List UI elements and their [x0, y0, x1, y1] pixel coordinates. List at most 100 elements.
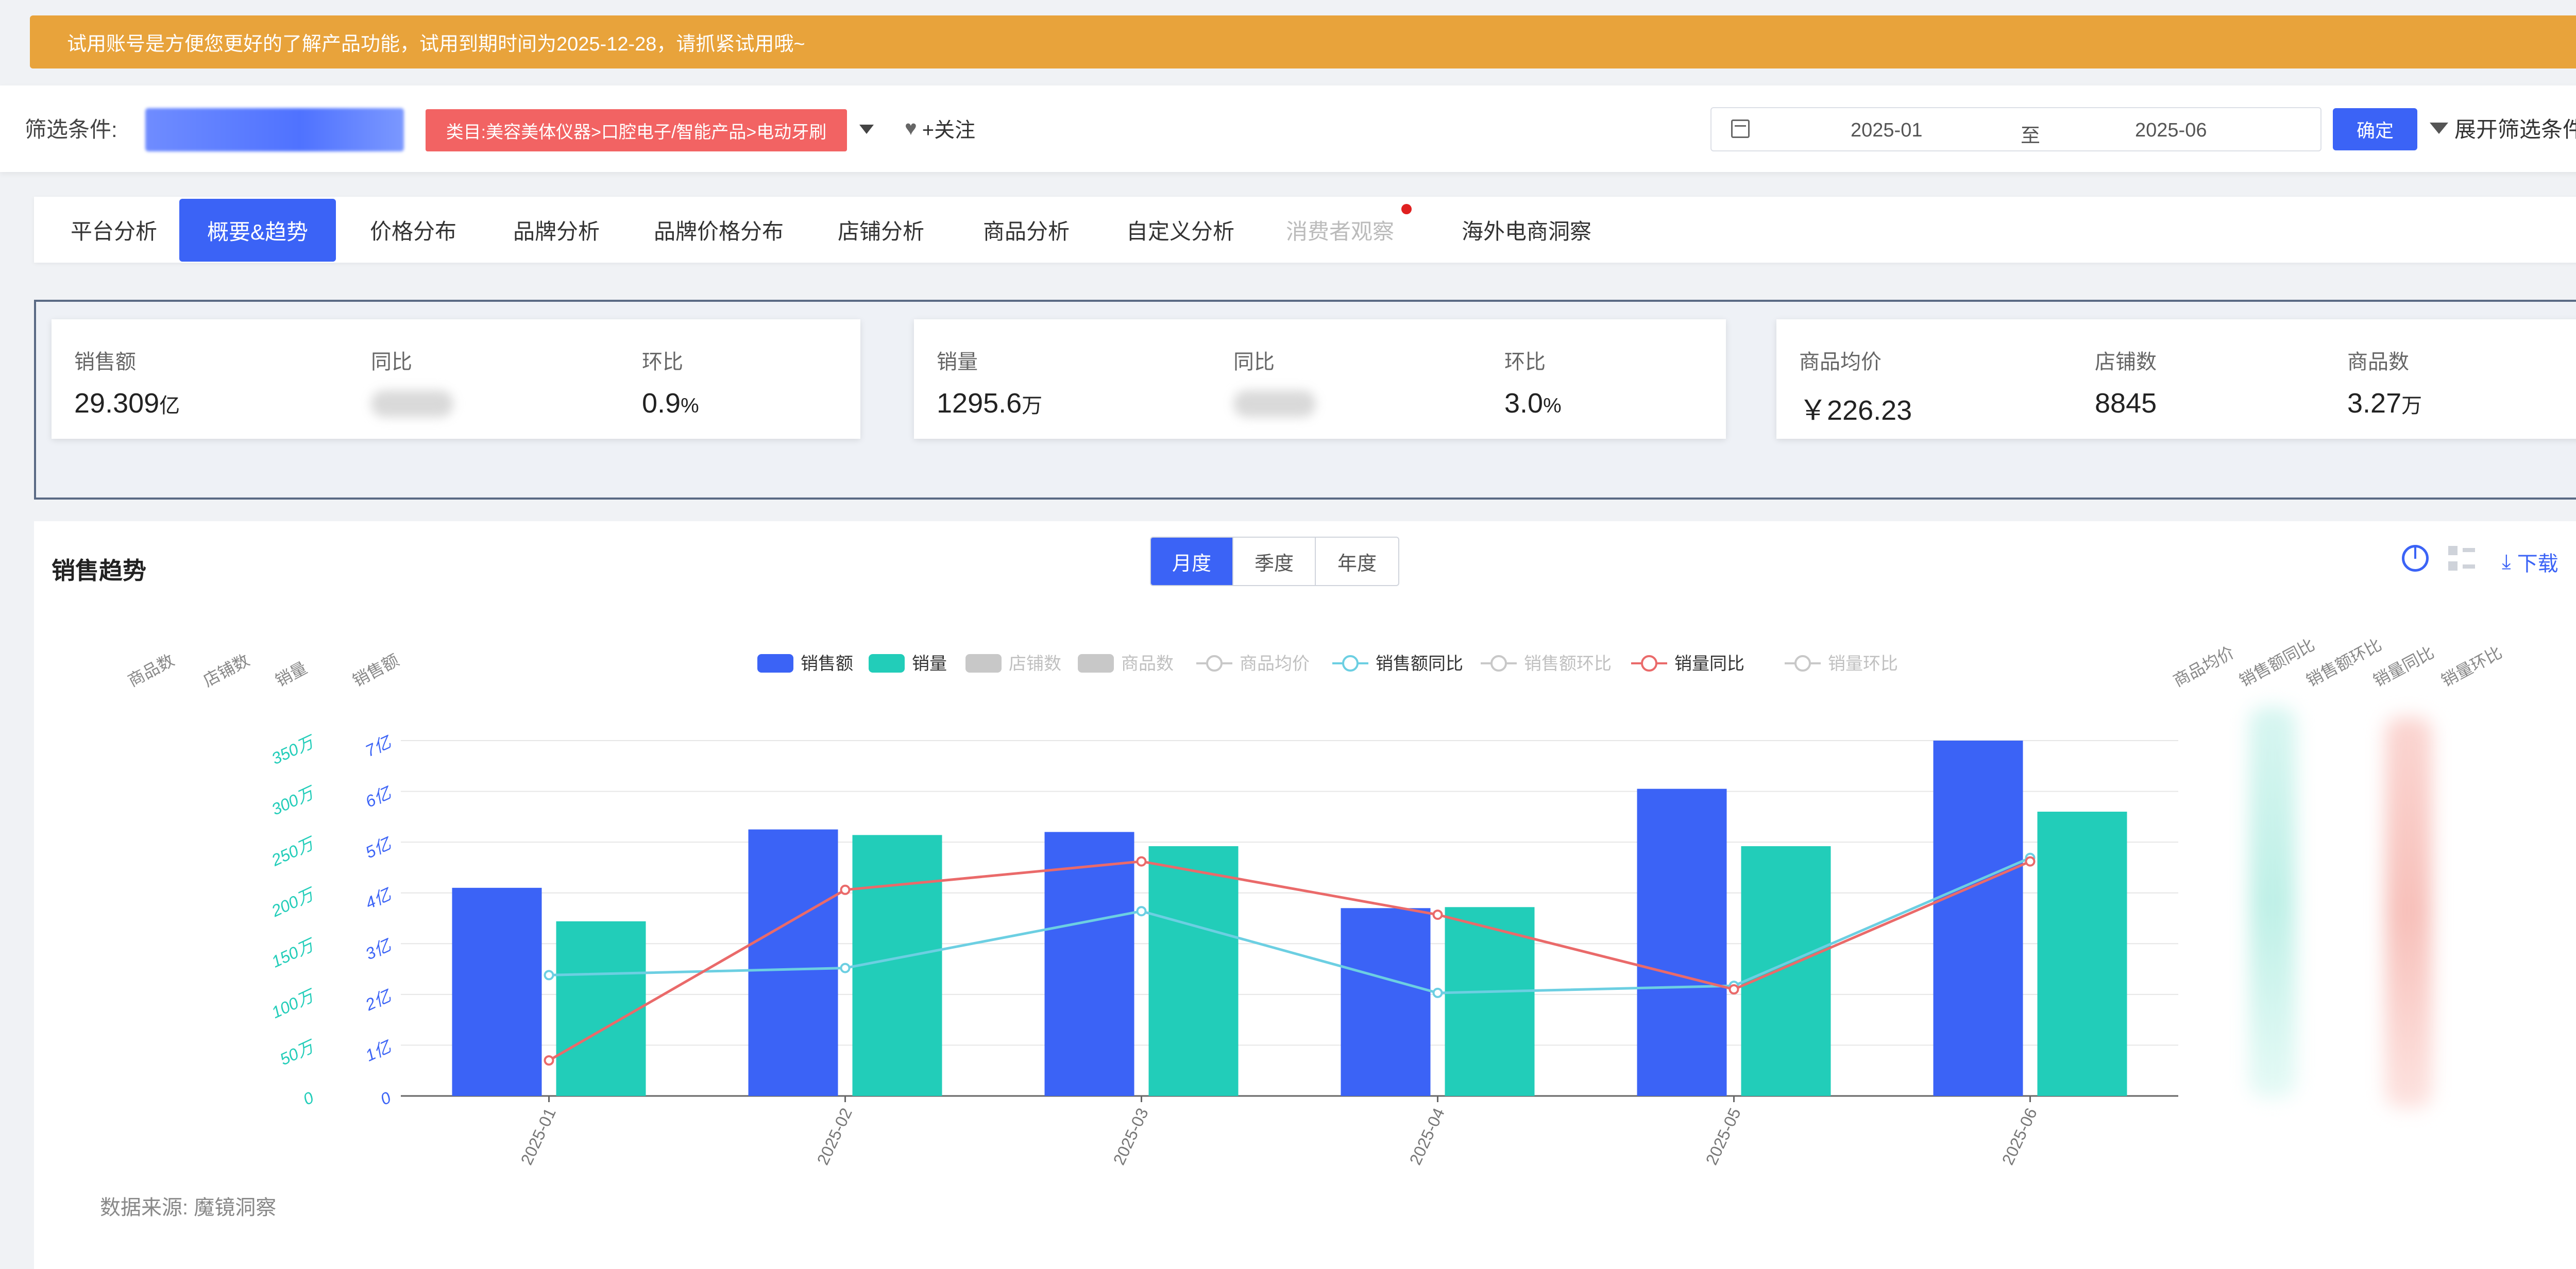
- kpi-label: 商品均价: [1799, 351, 1882, 373]
- bar-volume: [556, 921, 646, 1096]
- legend-label: 销量: [912, 654, 947, 674]
- sales-trend-chart: 0 1亿 2亿 3亿 4亿 5亿 6亿 7亿 0 50万 100万 150万 200万 250万 300万 3…: [125, 635, 2505, 1168]
- bar-sales: [1341, 908, 1431, 1096]
- right-axis-name: 销售额环比: [2303, 635, 2384, 690]
- sales-trend-panel: 销售趋势 月度 季度 年度 ⤓ 下载 0 1亿 2亿 3亿 4亿 5亿 6亿 7亿 0 50万 10…: [34, 521, 2576, 1269]
- kpi-volume: 销量 1295.6万: [937, 345, 1042, 419]
- tab-price-distribution[interactable]: 价格分布: [362, 198, 465, 262]
- kpi-sales-mom: 环比 0.9%: [642, 345, 699, 419]
- tab-label: 店铺分析: [837, 219, 924, 244]
- chevron-down-icon[interactable]: [859, 125, 874, 134]
- legend-swatch: [965, 654, 1002, 673]
- tab-label: 概要&趋势: [207, 219, 308, 244]
- kpi-value: 3.27万: [2347, 388, 2422, 419]
- line-point: [1432, 910, 1443, 920]
- filter-bar: 筛选条件: 类目:美容美体仪器>口腔电子/智能产品>电动牙刷 ♥ +关注 202…: [0, 85, 2576, 172]
- kpi-avg-price: 商品均价 ￥226.23: [1799, 345, 1912, 428]
- sales-axis-tick: 2亿: [362, 986, 396, 1015]
- follow-label: +关注: [922, 119, 976, 142]
- legend-swatch: [1490, 655, 1507, 672]
- kpi-label: 环比: [642, 351, 683, 373]
- line-point: [840, 884, 851, 895]
- legend-label: 销量环比: [1828, 654, 1898, 674]
- tab-custom[interactable]: 自定义分析: [1117, 198, 1244, 262]
- tab-consumer[interactable]: 消费者观察: [1277, 198, 1403, 262]
- expand-filters-label: 展开筛选条件: [2454, 117, 2576, 142]
- tab-brand[interactable]: 品牌分析: [505, 198, 608, 262]
- kpi-value: 1295.6万: [937, 388, 1043, 419]
- kpi-label: 店铺数: [2095, 351, 2157, 373]
- trial-banner: 试用账号是方便您更好的了解产品功能，试用到期时间为2025-12-28，请抓紧试…: [30, 15, 2576, 68]
- notification-dot: [1401, 204, 1412, 214]
- right-axis-name: 销售额同比: [2236, 635, 2317, 690]
- analysis-tabs: 平台分析 概要&趋势 价格分布 品牌分析 品牌价格分布 店铺分析 商品分析 自定…: [34, 197, 2576, 263]
- sales-axis-tick: 4亿: [363, 884, 396, 913]
- tab-label: 平台分析: [70, 219, 157, 244]
- legend-label: 商品均价: [1240, 654, 1310, 674]
- date-start[interactable]: 2025-01: [1851, 119, 1922, 142]
- category-tag[interactable]: 类目:美容美体仪器>口腔电子/智能产品>电动牙刷: [426, 109, 847, 151]
- date-separator: 至: [2021, 125, 2041, 147]
- bar-volume: [2037, 812, 2127, 1096]
- left-axis-name: 销量: [272, 658, 310, 690]
- legend-swatch: [757, 654, 793, 673]
- left-axis-name: 销售额: [349, 650, 402, 690]
- calendar-icon: [1731, 119, 1750, 138]
- tab-overview-trend[interactable]: 概要&趋势: [179, 199, 336, 262]
- x-tick-label: 2025-04: [1406, 1105, 1448, 1168]
- tab-platform[interactable]: 平台分析: [65, 198, 163, 262]
- kpi-shop-count: 店铺数 8845: [2095, 345, 2157, 419]
- legend-label: 销量同比: [1674, 654, 1744, 674]
- expand-filters-button[interactable]: 展开筛选条件: [2430, 112, 2576, 144]
- tab-brand-price[interactable]: 品牌价格分布: [644, 198, 793, 262]
- kpi-section: 销售额 29.309亿 同比 环比 0.9% 销量 1295.6万 同比 环比 …: [34, 300, 2576, 500]
- sales-axis-tick: 5亿: [363, 833, 396, 862]
- x-tick-label: 2025-06: [1998, 1105, 2041, 1168]
- date-range-picker[interactable]: 2025-01 至 2025-06: [1710, 107, 2321, 151]
- tab-shop[interactable]: 店铺分析: [829, 198, 933, 262]
- bar-volume: [852, 835, 942, 1096]
- tab-label: 价格分布: [369, 219, 456, 244]
- x-tick-label: 2025-01: [517, 1105, 560, 1168]
- bar-sales: [1637, 788, 1727, 1096]
- bar-sales: [452, 887, 542, 1096]
- sales-axis-tick: 7亿: [363, 732, 396, 760]
- kpi-label: 环比: [1504, 351, 1546, 373]
- volume-axis-tick: 50万: [277, 1036, 319, 1069]
- line-point: [544, 970, 554, 981]
- legend-swatch: [1342, 655, 1359, 672]
- tab-label: 海外电商洞察: [1461, 219, 1591, 244]
- sales-axis-tick: 0: [378, 1088, 394, 1109]
- legend-swatch: [1641, 655, 1657, 672]
- volume-axis-tick: 300万: [268, 782, 318, 819]
- kpi-card-sales: 销售额 29.309亿 同比 环比 0.9%: [52, 319, 860, 439]
- right-axis-name: 商品均价: [2170, 643, 2237, 690]
- date-end[interactable]: 2025-06: [2135, 119, 2207, 142]
- follow-button[interactable]: ♥ +关注: [905, 113, 975, 143]
- legend-label: 商品数: [1121, 654, 1174, 674]
- volume-axis-tick: 200万: [268, 884, 319, 920]
- kpi-value: 0.9%: [642, 388, 699, 419]
- tab-overseas[interactable]: 海外电商洞察: [1452, 198, 1601, 262]
- left-axis-name: 商品数: [125, 650, 177, 690]
- redacted-filter-chip[interactable]: [145, 108, 404, 151]
- tab-label: 品牌价格分布: [653, 219, 784, 244]
- legend-label: 销售额环比: [1524, 654, 1612, 674]
- volume-axis-tick: 250万: [268, 833, 319, 870]
- tab-label: 品牌分析: [513, 219, 600, 244]
- kpi-item-count: 商品数 3.27万: [2347, 345, 2422, 419]
- line-point: [1728, 984, 1739, 994]
- kpi-card-volume: 销量 1295.6万 同比 环比 3.0%: [914, 319, 1726, 439]
- tab-product[interactable]: 商品分析: [975, 198, 1078, 262]
- x-tick-label: 2025-02: [814, 1105, 856, 1168]
- confirm-button[interactable]: 确定: [2333, 108, 2417, 150]
- kpi-value: 3.0%: [1504, 388, 1562, 419]
- filter-icon: [2430, 122, 2448, 134]
- legend-label: 销售额: [801, 654, 853, 674]
- kpi-label: 同比: [1233, 351, 1275, 373]
- x-tick-label: 2025-05: [1702, 1105, 1744, 1168]
- kpi-volume-mom: 环比 3.0%: [1504, 345, 1562, 419]
- category-tag-label: 类目:美容美体仪器>口腔电子/智能产品>电动牙刷: [446, 122, 827, 142]
- kpi-value: ￥226.23: [1799, 395, 1912, 426]
- sales-axis-tick: 3亿: [363, 935, 396, 963]
